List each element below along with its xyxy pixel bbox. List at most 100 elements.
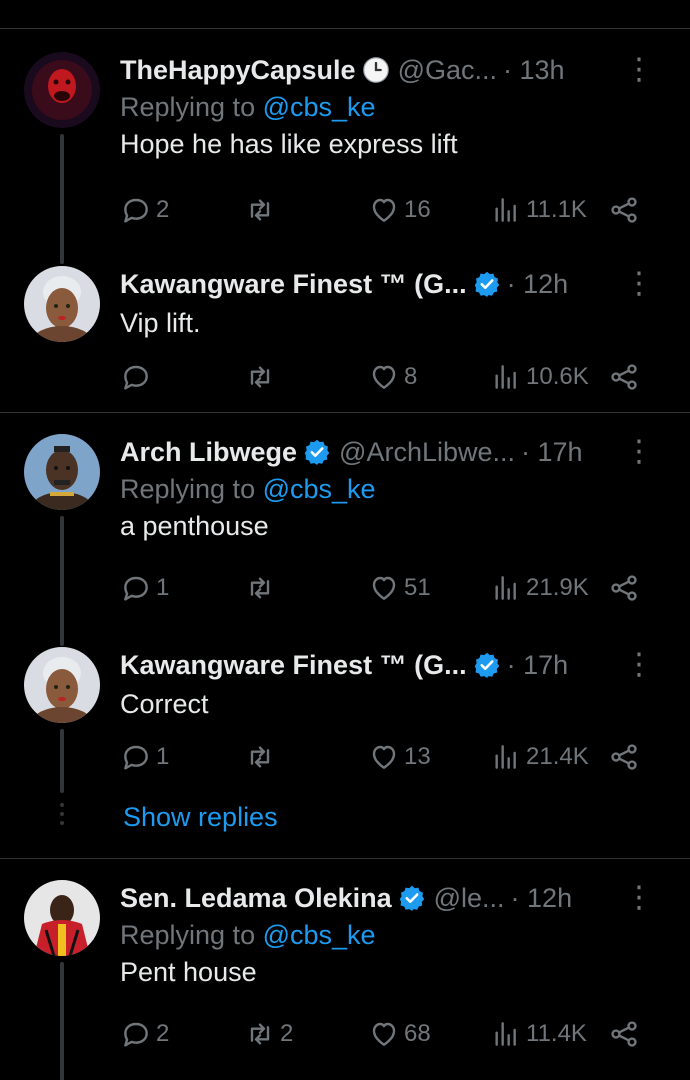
share-icon	[611, 197, 637, 223]
like-button[interactable]: 13	[368, 737, 431, 777]
like-count: 13	[404, 743, 431, 770]
heart-icon	[372, 1022, 396, 1046]
views-button[interactable]: 11.1K	[490, 190, 587, 230]
replying-to: Replying to @cbs_ke	[120, 92, 670, 123]
share-button[interactable]	[608, 190, 640, 230]
views-icon	[495, 365, 516, 389]
share-button[interactable]	[608, 737, 640, 777]
reply-icon	[124, 745, 148, 770]
handle[interactable]: @le...	[434, 883, 505, 914]
thread-line	[60, 516, 64, 646]
handle[interactable]: @Gac...	[398, 55, 497, 86]
reply-icon	[124, 365, 148, 390]
like-count: 8	[404, 363, 418, 390]
display-name[interactable]: Kawangware Finest ™ (G...	[120, 269, 467, 300]
display-name[interactable]: Arch Libwege	[120, 437, 297, 468]
retweet-button[interactable]	[244, 737, 280, 777]
more-icon[interactable]: ⋮	[624, 880, 654, 915]
like-button[interactable]: 16	[368, 190, 431, 230]
reply-button[interactable]: 2	[120, 1014, 169, 1054]
more-icon[interactable]: ⋮	[624, 52, 654, 87]
retweet-icon	[250, 199, 270, 221]
view-count: 11.1K	[526, 196, 587, 223]
display-name[interactable]: Kawangware Finest ™ (G...	[120, 650, 467, 681]
action-bar: 1 13 21.4K	[120, 737, 650, 777]
views-button[interactable]: 21.4K	[490, 737, 589, 777]
view-count: 21.4K	[526, 743, 589, 770]
reply-button[interactable]: 1	[120, 737, 169, 777]
timestamp[interactable]: · 12h	[511, 883, 573, 914]
like-button[interactable]: 51	[368, 568, 431, 608]
mention-link[interactable]: @cbs_ke	[263, 474, 376, 504]
more-icon[interactable]: ⋮	[624, 647, 654, 682]
thread-line	[60, 962, 64, 1080]
replying-label: Replying to	[120, 92, 256, 122]
like-button[interactable]: 8	[368, 357, 417, 397]
timestamp[interactable]: · 17h	[507, 650, 569, 681]
timestamp[interactable]: · 12h	[507, 269, 569, 300]
divider	[0, 412, 690, 413]
reply-icon	[124, 576, 148, 601]
view-count: 11.4K	[526, 1020, 587, 1047]
reply-thread: TheHappyCapsule @Gac... · 13h ⋮ Replying…	[0, 0, 690, 1080]
like-button[interactable]: 68	[368, 1014, 431, 1054]
timestamp[interactable]: · 13h	[503, 55, 565, 86]
display-name[interactable]: TheHappyCapsule	[120, 55, 356, 86]
verified-icon	[474, 271, 499, 297]
action-bar: 1 51 21.9K	[120, 568, 650, 608]
avatar[interactable]	[24, 52, 100, 128]
avatar[interactable]	[24, 647, 100, 723]
thread-line	[60, 729, 64, 793]
like-count: 51	[404, 574, 431, 601]
retweet-button[interactable]	[244, 357, 280, 397]
share-icon	[611, 575, 637, 601]
reply-button[interactable]: 1	[120, 568, 169, 608]
divider	[0, 28, 690, 29]
share-button[interactable]	[608, 357, 640, 397]
more-icon[interactable]: ⋮	[624, 434, 654, 469]
tweet-text: Hope he has like express lift	[120, 129, 458, 159]
replying-to: Replying to @cbs_ke	[120, 920, 670, 951]
retweet-icon	[250, 577, 270, 599]
retweet-button[interactable]: 2	[244, 1014, 293, 1054]
retweet-button[interactable]	[244, 568, 280, 608]
views-button[interactable]: 21.9K	[490, 568, 589, 608]
display-name[interactable]: Sen. Ledama Olekina	[120, 883, 392, 914]
more-icon[interactable]: ⋮	[624, 266, 654, 301]
verified-icon	[304, 439, 330, 465]
share-icon	[611, 744, 637, 770]
share-button[interactable]	[608, 1014, 640, 1054]
views-button[interactable]: 11.4K	[490, 1014, 587, 1054]
reply-button[interactable]	[120, 357, 156, 397]
avatar[interactable]	[24, 880, 100, 956]
reply-count: 2	[156, 196, 170, 223]
replying-label: Replying to	[120, 920, 256, 950]
views-icon	[495, 576, 516, 600]
avatar[interactable]	[24, 434, 100, 510]
reply-icon	[124, 198, 148, 223]
action-bar: 8 10.6K	[120, 357, 650, 397]
heart-icon	[372, 198, 396, 222]
heart-icon	[372, 365, 396, 389]
mention-link[interactable]: @cbs_ke	[263, 92, 376, 122]
retweet-icon	[250, 1023, 270, 1045]
retweet-button[interactable]	[244, 190, 280, 230]
timestamp[interactable]: · 17h	[521, 437, 583, 468]
show-replies-link[interactable]: Show replies	[123, 802, 278, 833]
retweet-icon	[250, 366, 270, 388]
heart-icon	[372, 576, 396, 600]
mention-link[interactable]: @cbs_ke	[263, 920, 376, 950]
handle[interactable]: @ArchLibwe...	[339, 437, 515, 468]
reply-button[interactable]: 2	[120, 190, 169, 230]
verified-icon	[474, 652, 499, 678]
share-button[interactable]	[608, 568, 640, 608]
divider	[0, 858, 690, 859]
views-icon	[495, 745, 516, 769]
avatar[interactable]	[24, 266, 100, 342]
reply-icon	[124, 1022, 148, 1047]
views-button[interactable]: 10.6K	[490, 357, 589, 397]
thread-line	[60, 134, 64, 264]
tweet-text: Vip lift.	[120, 308, 201, 338]
replying-to: Replying to @cbs_ke	[120, 474, 670, 505]
view-count: 10.6K	[526, 363, 589, 390]
